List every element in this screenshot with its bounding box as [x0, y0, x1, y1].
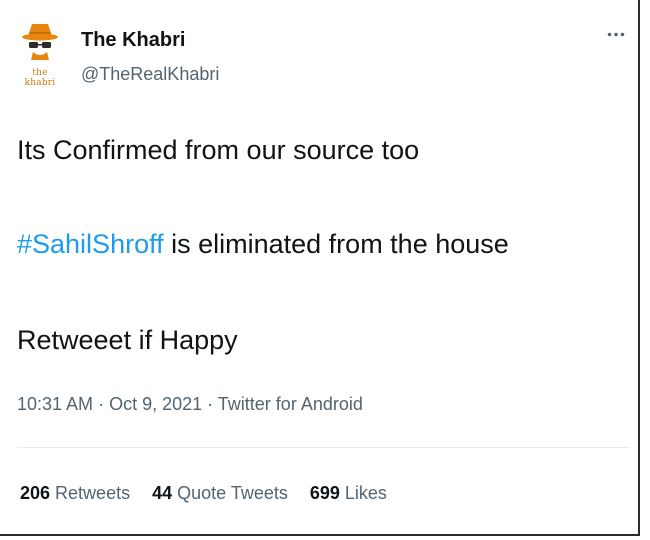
tweet-line-3: Retweeet if Happy	[17, 325, 238, 355]
meta-separator: ·	[93, 394, 110, 414]
retweets-stat[interactable]: 206 Retweets	[20, 483, 130, 504]
divider	[17, 447, 630, 448]
likes-stat[interactable]: 699 Likes	[310, 483, 387, 504]
more-horizontal-icon[interactable]	[604, 28, 628, 40]
likes-label: Likes	[339, 483, 387, 503]
likes-count: 699	[309, 483, 340, 503]
tweet-line-2-text: is eliminated from the house	[163, 229, 509, 259]
tweet-source[interactable]: Twitter for Android	[218, 394, 363, 414]
meta-separator: ·	[202, 394, 218, 414]
hashtag-link[interactable]: #SahilShroff	[17, 229, 164, 259]
tweet-time[interactable]: 10:31 AM	[17, 394, 93, 414]
quote-tweets-label: Quote Tweets	[172, 483, 288, 503]
detective-logo-icon: the khabri	[16, 18, 64, 100]
tweet-date[interactable]: Oct 9, 2021	[109, 394, 202, 414]
tweet-stats: 206 Retweets 44 Quote Tweets 699 Likes	[20, 483, 387, 504]
author-name[interactable]: The Khabri	[81, 29, 185, 52]
author-handle[interactable]: @TheRealKhabri	[81, 64, 219, 85]
detective-hat-icon	[22, 24, 58, 60]
avatar-wordmark: the khabri	[24, 68, 56, 88]
tweet-meta: 10:31 AM · Oct 9, 2021 · Twitter for And…	[17, 394, 363, 415]
tweet-line-2: #SahilShroff is eliminated from the hous…	[17, 226, 509, 262]
retweets-count: 206	[20, 483, 51, 503]
quote-tweets-stat[interactable]: 44 Quote Tweets	[152, 483, 288, 504]
quote-tweets-count: 44	[152, 483, 173, 503]
tweet-line-1: Its Confirmed from our source too	[17, 135, 420, 165]
tweet-header: the khabri The Khabri @TheRealKhabri	[16, 18, 632, 100]
retweets-label: Retweets	[50, 483, 131, 503]
avatar[interactable]: the khabri	[16, 18, 64, 100]
